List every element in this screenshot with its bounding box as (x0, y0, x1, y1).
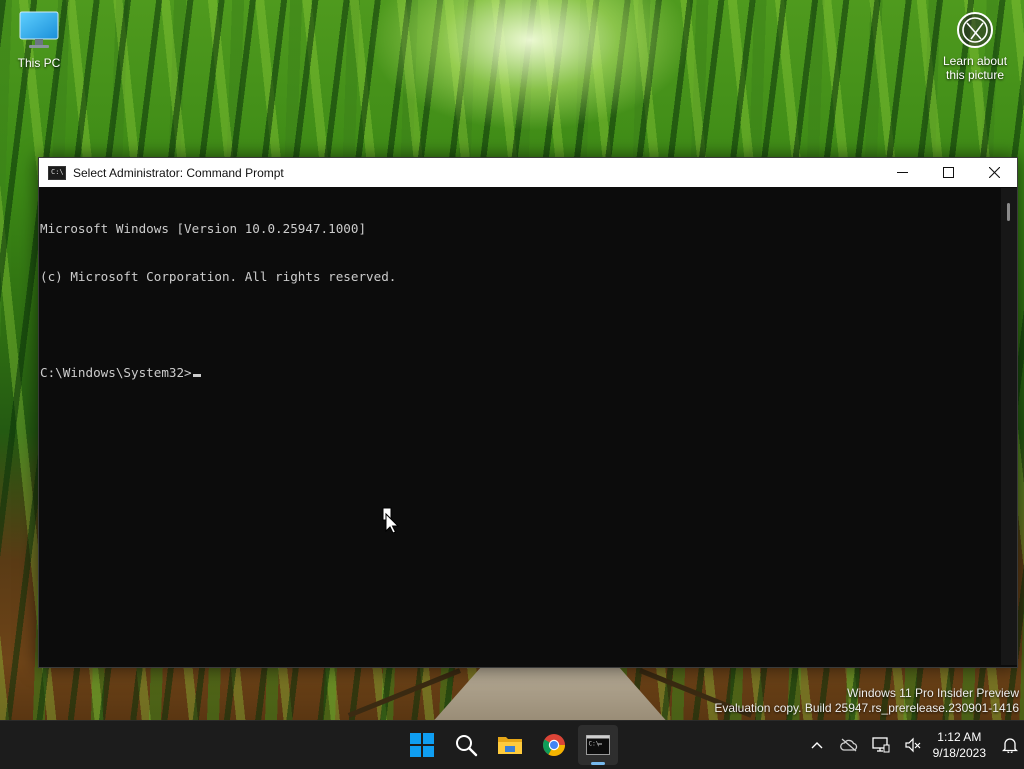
chevron-up-icon (811, 742, 823, 749)
folder-icon (498, 737, 522, 754)
windows-logo-icon (410, 733, 434, 757)
network-icon (871, 737, 890, 753)
maximize-button[interactable] (925, 158, 971, 187)
mouse-pointer-icon (382, 507, 400, 533)
camera-info-icon (957, 12, 993, 48)
cloud-offline-icon (839, 738, 857, 752)
taskbar: C:\ 1:12 AM 9/18/2023 (0, 720, 1024, 769)
system-tray: 1:12 AM 9/18/2023 (801, 721, 1024, 769)
volume-button[interactable] (897, 721, 929, 769)
clock-time: 1:12 AM (937, 730, 982, 744)
evaluation-watermark: Windows 11 Pro Insider Preview Evaluatio… (714, 686, 1019, 716)
minimize-button[interactable] (879, 158, 925, 187)
watermark-line-2: Evaluation copy. Build 25947.rs_prerelea… (714, 701, 1019, 715)
chrome-icon (543, 734, 565, 756)
watermark-line-1: Windows 11 Pro Insider Preview (847, 686, 1019, 700)
maximize-icon (942, 167, 954, 178)
notifications-button[interactable] (996, 721, 1024, 769)
active-app-indicator (591, 762, 605, 765)
text-cursor (192, 374, 201, 377)
show-hidden-icons-button[interactable] (801, 721, 833, 769)
search-button[interactable] (444, 721, 488, 769)
bell-icon (1002, 738, 1018, 753)
close-button[interactable] (971, 158, 1017, 187)
minimize-icon (896, 172, 908, 173)
console-output[interactable]: Microsoft Windows [Version 10.0.25947.10… (40, 189, 1000, 664)
console-prompt-line[interactable]: C:\Windows\System32> (40, 365, 1000, 381)
taskbar-clock[interactable]: 1:12 AM 9/18/2023 (929, 729, 996, 761)
file-explorer-button[interactable] (488, 721, 532, 769)
window-title: Select Administrator: Command Prompt (73, 165, 284, 180)
console-line: (c) Microsoft Corporation. All rights re… (40, 269, 397, 284)
network-button[interactable] (865, 721, 897, 769)
terminal-icon: C:\ (586, 735, 610, 755)
taskbar-apps: C:\ (400, 721, 620, 769)
console-scrollbar[interactable] (1001, 188, 1017, 665)
console-line: Microsoft Windows [Version 10.0.25947.10… (40, 221, 367, 236)
close-icon (988, 167, 1000, 178)
volume-muted-icon (905, 737, 921, 753)
monitor-icon (19, 11, 59, 48)
scrollbar-thumb[interactable] (1007, 203, 1010, 221)
start-button[interactable] (400, 721, 444, 769)
cmd-app-icon-text: C:\ (51, 167, 64, 176)
this-pc-label: This PC (17, 56, 61, 70)
search-icon (456, 735, 478, 757)
window-titlebar[interactable]: C:\ Select Administrator: Command Prompt (39, 158, 1017, 187)
wallpaper-path (430, 665, 670, 720)
window-controls (879, 158, 1017, 187)
clock-date: 9/18/2023 (932, 746, 986, 760)
learn-about-picture-shortcut[interactable]: Learn about this picture (936, 10, 1014, 82)
console-prompt: C:\Windows\System32> (40, 365, 192, 380)
onedrive-button[interactable] (833, 721, 865, 769)
learn-about-picture-label: Learn about this picture (942, 54, 1008, 82)
this-pc-shortcut[interactable]: This PC (8, 8, 70, 70)
cmd-app-icon: C:\ (48, 165, 66, 180)
command-prompt-taskbar-button[interactable]: C:\ (576, 721, 620, 769)
chrome-button[interactable] (532, 721, 576, 769)
command-prompt-window[interactable]: C:\ Select Administrator: Command Prompt… (38, 157, 1018, 668)
